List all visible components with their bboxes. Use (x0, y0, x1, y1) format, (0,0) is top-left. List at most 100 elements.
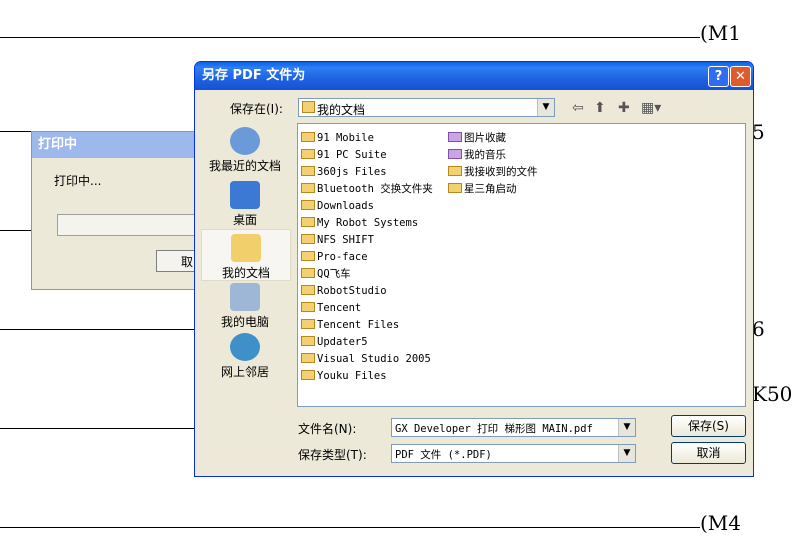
folder-icon (301, 285, 315, 295)
file-name: Visual Studio 2005 (317, 353, 431, 365)
save-in-select[interactable]: 我的文档 ▼ (298, 98, 555, 117)
printing-dialog-title: 打印中 (32, 132, 202, 158)
folder-icon (301, 132, 315, 142)
ladder-line-4 (0, 329, 194, 330)
list-item[interactable]: 我的音乐 (448, 147, 538, 164)
close-icon[interactable]: ✕ (730, 66, 751, 87)
chevron-down-icon[interactable]: ▼ (618, 419, 635, 436)
printing-dialog: 打印中 打印中... 取 (31, 131, 216, 290)
folder-icon (301, 149, 315, 159)
filename-field[interactable]: GX Developer 打印 梯形图 MAIN.pdf ▼ (391, 418, 636, 437)
folder-icon (301, 251, 315, 261)
file-name: 我接收到的文件 (464, 166, 538, 178)
place-my-computer[interactable]: 我的电脑 (201, 283, 289, 330)
folder-icon (301, 370, 315, 380)
my-documents-icon (231, 234, 261, 262)
list-item[interactable]: QQ飞车 (301, 266, 433, 283)
save-button[interactable]: 保存(S) (671, 415, 746, 437)
file-name: My Robot Systems (317, 217, 419, 229)
list-item[interactable]: Downloads (301, 198, 433, 215)
view-menu-icon[interactable]: ▦▾ (641, 100, 661, 116)
chevron-down-icon[interactable]: ▼ (618, 445, 635, 462)
help-icon[interactable]: ? (708, 66, 729, 87)
filetype-select[interactable]: PDF 文件 (*.PDF) ▼ (391, 444, 636, 463)
file-name: 360js Files (317, 166, 387, 178)
save-dialog-titlebar: 另存 PDF 文件为 ? ✕ (195, 62, 753, 90)
filename-label: 文件名(N): (298, 422, 357, 436)
new-folder-icon[interactable]: ✚ (618, 100, 630, 116)
folder-icon (301, 217, 315, 227)
file-list-column-1: 91 Mobile 91 PC Suite 360js Files Bluetooth… (301, 130, 433, 385)
folder-icon (448, 132, 462, 142)
list-item[interactable]: RobotStudio (301, 283, 433, 300)
list-item[interactable]: 星三角启动 (448, 181, 538, 198)
back-arrow-icon[interactable]: ⇦ (572, 100, 584, 116)
folder-icon (301, 353, 315, 363)
list-item[interactable]: Tencent Files (301, 317, 433, 334)
file-name: 星三角启动 (464, 183, 517, 195)
list-item[interactable]: Bluetooth 交换文件夹 (301, 181, 433, 198)
file-name: QQ飞车 (317, 268, 351, 280)
file-name: Tencent Files (317, 319, 400, 331)
folder-icon (301, 336, 315, 346)
folder-icon (301, 166, 315, 176)
list-item[interactable]: 91 Mobile (301, 130, 433, 147)
file-name: 91 Mobile (317, 132, 374, 144)
file-name: 图片收藏 (464, 132, 506, 144)
file-name: 91 PC Suite (317, 149, 387, 161)
folder-icon (448, 166, 462, 176)
ladder-line-2 (0, 131, 31, 132)
list-item[interactable]: Tencent (301, 300, 433, 317)
place-recent-documents[interactable]: 我最近的文档 (201, 127, 289, 174)
ladder-line-1 (0, 37, 700, 38)
place-my-documents[interactable]: 我的文档 (201, 229, 291, 281)
ladder-label-m1: (M1 (700, 21, 742, 45)
list-item[interactable]: NFS SHIFT (301, 232, 433, 249)
list-item[interactable]: 图片收藏 (448, 130, 538, 147)
file-name: Tencent (317, 302, 362, 314)
desktop-icon (230, 181, 260, 209)
folder-icon (448, 183, 462, 193)
filename-value: GX Developer 打印 梯形图 MAIN.pdf (395, 423, 593, 435)
file-name: Downloads (317, 200, 374, 212)
network-places-icon (230, 333, 260, 361)
ladder-line-6 (0, 527, 700, 528)
chevron-down-icon[interactable]: ▼ (537, 99, 554, 116)
file-name: Bluetooth 交换文件夹 (317, 183, 433, 195)
list-item[interactable]: 91 PC Suite (301, 147, 433, 164)
place-desktop[interactable]: 桌面 (201, 181, 289, 228)
file-list-column-2: 图片收藏我的音乐我接收到的文件 星三角启动 (448, 130, 538, 198)
ladder-line-3 (0, 230, 31, 231)
place-network[interactable]: 网上邻居 (201, 333, 289, 380)
list-item[interactable]: 我接收到的文件 (448, 164, 538, 181)
list-item[interactable]: My Robot Systems (301, 215, 433, 232)
list-item[interactable]: Updater5 (301, 334, 433, 351)
file-name: Pro-face (317, 251, 368, 263)
list-item[interactable]: Visual Studio 2005 (301, 351, 433, 368)
filetype-label: 保存类型(T): (298, 448, 367, 462)
list-item[interactable]: Youku Files (301, 368, 433, 385)
save-in-label: 保存在(I): (230, 102, 283, 116)
folder-icon (301, 319, 315, 329)
ladder-line-5 (0, 428, 194, 429)
file-name: NFS SHIFT (317, 234, 374, 246)
file-list[interactable]: 91 Mobile 91 PC Suite 360js Files Bluetooth… (297, 123, 746, 407)
folder-icon (302, 101, 315, 113)
folder-icon (301, 302, 315, 312)
file-name: Youku Files (317, 370, 387, 382)
file-name: Updater5 (317, 336, 368, 348)
list-item[interactable]: 360js Files (301, 164, 433, 181)
ladder-label-k50: K50 (752, 382, 793, 406)
save-in-value: 我的文档 (317, 103, 366, 117)
list-item[interactable]: Pro-face (301, 249, 433, 266)
folder-icon (301, 200, 315, 210)
file-name: RobotStudio (317, 285, 387, 297)
folder-icon (448, 149, 462, 159)
folder-icon (301, 234, 315, 244)
save-dialog-title: 另存 PDF 文件为 (202, 68, 306, 83)
recent-documents-icon (230, 127, 260, 155)
up-folder-icon[interactable]: ⬆ (594, 100, 606, 116)
folder-icon (301, 268, 315, 278)
cancel-button[interactable]: 取消 (671, 442, 746, 464)
save-pdf-dialog: 另存 PDF 文件为 ? ✕ 保存在(I): 我的文档 ▼ ⇦ ⬆ ✚ ▦▾ 我… (194, 61, 754, 477)
